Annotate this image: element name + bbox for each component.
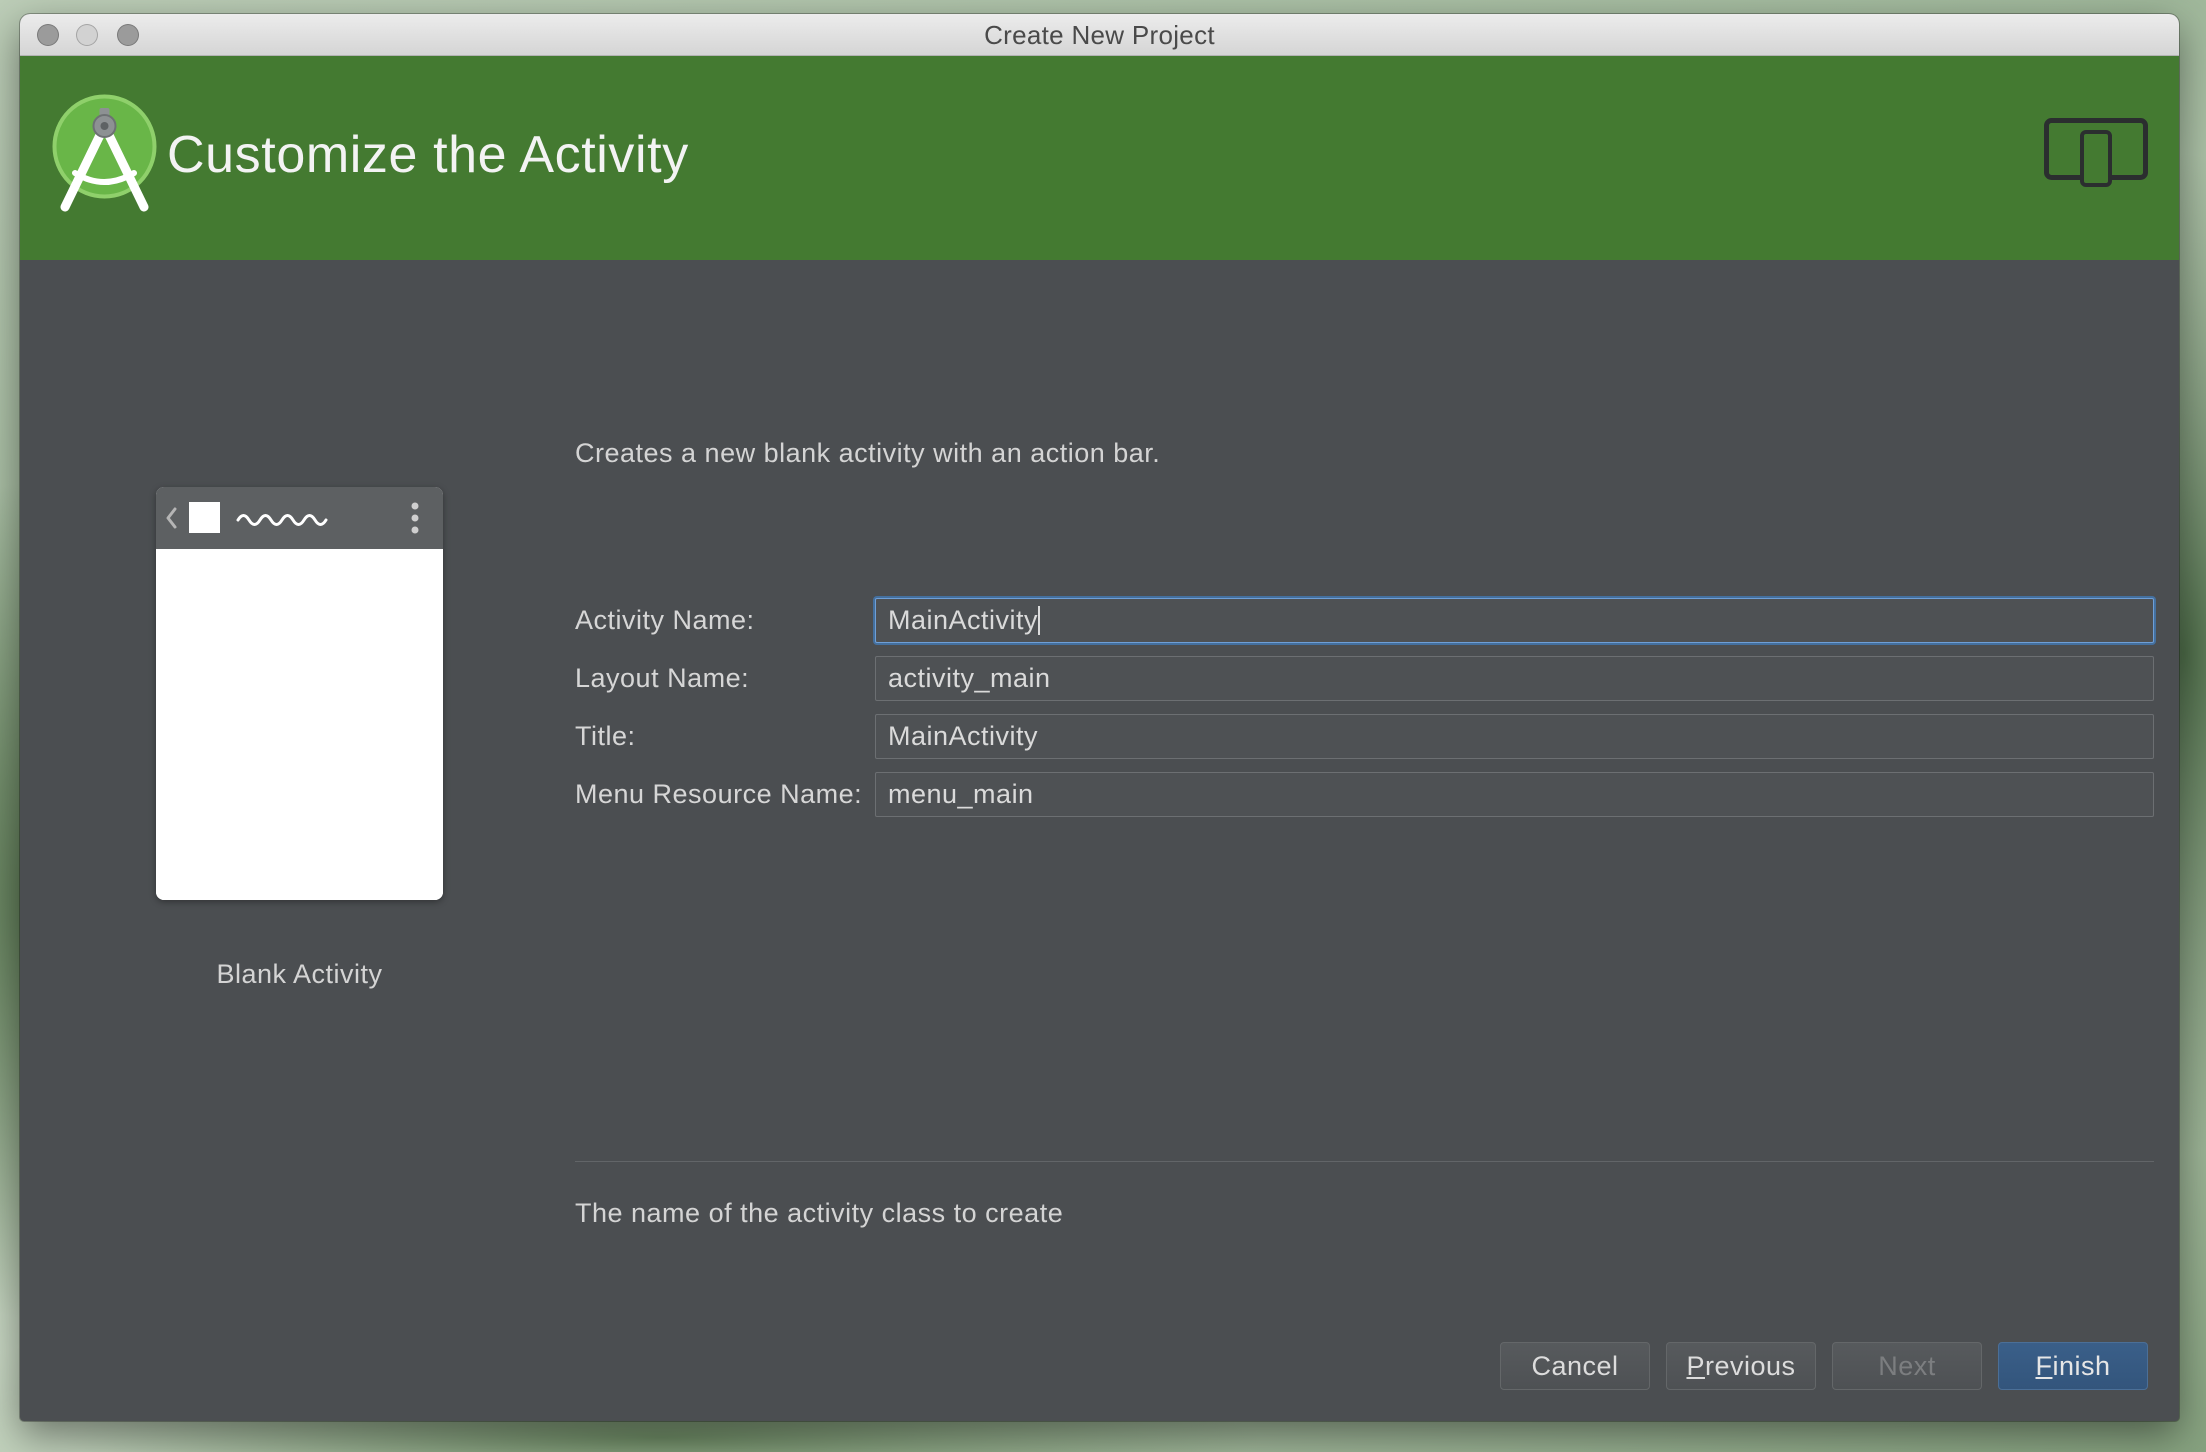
previous-button-label: Previous <box>1686 1350 1796 1381</box>
template-description: Creates a new blank activity with an act… <box>575 438 1161 468</box>
cancel-button-label: Cancel <box>1531 1350 1619 1381</box>
layout-name-field <box>875 656 2154 701</box>
menu-resource-name-field <box>875 772 2154 817</box>
window-title: Create New Project <box>984 20 1215 50</box>
preview-action-bar <box>156 487 443 549</box>
cancel-button[interactable]: Cancel <box>1500 1342 1650 1390</box>
title-field <box>875 714 2154 759</box>
title-input[interactable] <box>875 714 2154 759</box>
menu-resource-name-label: Menu Resource Name: <box>575 779 863 809</box>
form-row: Activity Name: <box>575 598 2154 643</box>
activity-form: Activity Name: Layout Name: Title: Menu … <box>575 598 2154 830</box>
device-form-factor-icon <box>2044 118 2148 187</box>
back-chevron-icon <box>166 507 177 529</box>
activity-name-field <box>875 598 2154 643</box>
form-row: Menu Resource Name: <box>575 772 2154 817</box>
title-label: Title: <box>575 721 636 751</box>
title-squiggle-icon <box>236 514 328 526</box>
previous-button[interactable]: Previous <box>1666 1342 1816 1390</box>
finish-button[interactable]: Finish <box>1998 1342 2148 1390</box>
activity-name-input[interactable] <box>875 598 2154 643</box>
overflow-menu-icon <box>411 502 419 534</box>
text-caret <box>1038 606 1041 635</box>
create-new-project-window: Create New Project Customize the Activit… <box>20 14 2179 1421</box>
title-bar[interactable]: Create New Project <box>20 14 2179 56</box>
preview-content <box>156 549 443 900</box>
next-button[interactable]: Next <box>1832 1342 1982 1390</box>
wizard-header: Customize the Activity <box>20 56 2179 260</box>
android-studio-logo-icon <box>52 94 157 212</box>
form-row: Layout Name: <box>575 656 2154 701</box>
template-name: Blank Activity <box>216 959 383 989</box>
layout-name-label: Layout Name: <box>575 663 750 693</box>
form-row: Title: <box>575 714 2154 759</box>
app-icon <box>189 502 220 533</box>
finish-button-label: Finish <box>2035 1350 2111 1381</box>
activity-template-preview <box>156 487 443 900</box>
field-hint: The name of the activity class to create <box>575 1198 1064 1228</box>
activity-name-label: Activity Name: <box>575 605 755 635</box>
next-button-label: Next <box>1878 1350 1936 1381</box>
divider <box>575 1161 2154 1162</box>
menu-resource-name-input[interactable] <box>875 772 2154 817</box>
page-title: Customize the Activity <box>167 126 689 184</box>
layout-name-input[interactable] <box>875 656 2154 701</box>
